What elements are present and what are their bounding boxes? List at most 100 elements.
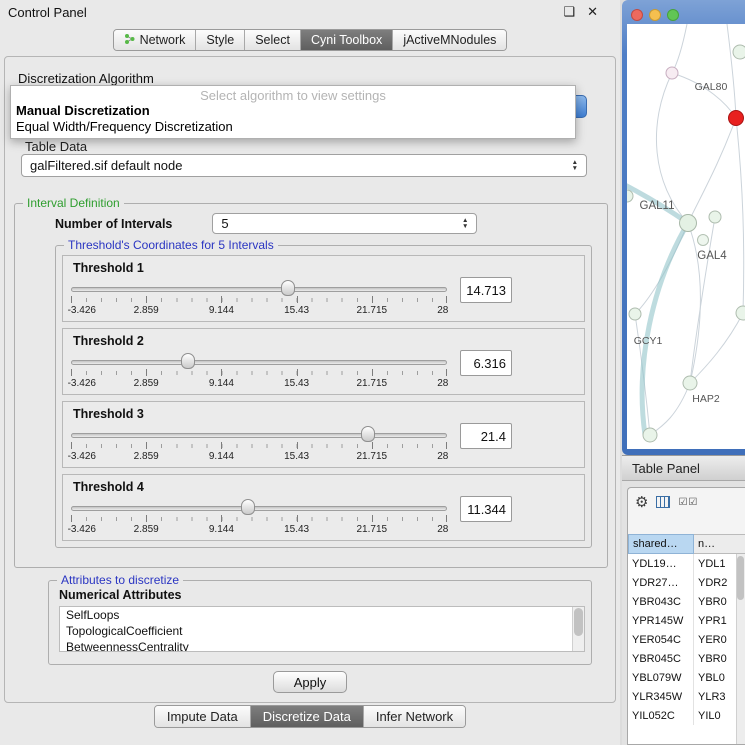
tab-label: Network: [140, 33, 186, 47]
slider-ticks: [71, 517, 447, 521]
threshold-value-field[interactable]: 11.344: [460, 496, 512, 522]
scrollbar-thumb[interactable]: [737, 556, 744, 600]
table-panel-title: Table Panel: [632, 461, 700, 476]
slider-track[interactable]: [71, 506, 447, 511]
slider-thumb[interactable]: [241, 499, 255, 515]
threshold-value-field[interactable]: 14.713: [460, 277, 512, 303]
threshold-value-field[interactable]: 6.316: [460, 350, 512, 376]
table-scrollbar[interactable]: [736, 554, 745, 744]
threshold-value-field[interactable]: 21.4: [460, 423, 512, 449]
threshold-panel-2: Threshold 2 -3.4262.8599.14415.4321.7152…: [62, 328, 585, 395]
node-gcy1[interactable]: [629, 308, 641, 320]
table-row[interactable]: YBR045CYBR0: [628, 649, 736, 668]
attributes-list: SelfLoops TopologicalCoefficient Between…: [59, 606, 585, 652]
node-gal80[interactable]: [666, 67, 678, 79]
zoom-traffic-icon[interactable]: [667, 9, 679, 21]
list-scrollbar[interactable]: [572, 607, 584, 651]
slider-thumb[interactable]: [361, 426, 375, 442]
node[interactable]: [709, 211, 721, 223]
table-header-row: shared… n…: [628, 534, 745, 554]
table-row[interactable]: YIL052CYIL0: [628, 706, 736, 725]
control-panel-window: Control Panel ❑ ✕ Network Style Select C…: [0, 0, 620, 745]
node[interactable]: [733, 45, 745, 59]
table-row[interactable]: YLR345WYLR3: [628, 687, 736, 706]
close-icon[interactable]: ✕: [587, 4, 598, 20]
minimize-traffic-icon[interactable]: [649, 9, 661, 21]
gear-icon[interactable]: ⚙: [635, 493, 648, 511]
algorithm-dropdown-popup: Select algorithm to view settings Manual…: [10, 85, 576, 139]
node-hap2[interactable]: [683, 376, 697, 390]
control-panel-titlebar: Control Panel ❑ ✕: [0, 0, 620, 24]
node-gal4[interactable]: [680, 215, 697, 232]
node-gal11[interactable]: [627, 190, 633, 202]
tab-discretize-data[interactable]: Discretize Data: [251, 706, 364, 727]
algorithm-group-label: Discretization Algorithm: [18, 71, 154, 86]
threshold-label: Threshold 2: [73, 334, 576, 348]
stepper-icon[interactable]: ▲▼: [572, 160, 578, 171]
tab-style[interactable]: Style: [196, 30, 245, 50]
screen: Control Panel ❑ ✕ Network Style Select C…: [0, 0, 745, 745]
table-data-combo[interactable]: galFiltered.sif default node ▲▼: [21, 154, 587, 177]
slider-thumb[interactable]: [281, 280, 295, 296]
node[interactable]: [736, 306, 745, 320]
interval-definition-title: Interval Definition: [23, 196, 124, 210]
tab-infer-network[interactable]: Infer Network: [364, 706, 465, 727]
threshold-slider[interactable]: -3.4262.8599.14415.4321.71528: [71, 351, 447, 393]
tab-impute-data[interactable]: Impute Data: [155, 706, 251, 727]
list-item[interactable]: BetweennessCentrality: [60, 639, 584, 652]
thresholds-title: Threshold's Coordinates for 5 Intervals: [64, 238, 278, 252]
list-item[interactable]: SelfLoops: [60, 607, 584, 623]
show-columns-icon[interactable]: [656, 496, 670, 508]
threshold-label: Threshold 4: [73, 480, 576, 494]
threshold-slider[interactable]: -3.4262.8599.14415.4321.71528: [71, 497, 447, 539]
table-toolbar: ⚙ ☑☑: [628, 488, 745, 516]
algorithm-option-equal-width[interactable]: Equal Width/Frequency Discretization: [11, 119, 575, 135]
table-row[interactable]: YER054CYER0: [628, 630, 736, 649]
apply-button[interactable]: Apply: [273, 671, 347, 693]
float-window-icon[interactable]: ❑: [563, 4, 575, 20]
table-panel-titlebar: Table Panel: [622, 455, 745, 481]
slider-track[interactable]: [71, 360, 447, 365]
table-row[interactable]: YBR043CYBR0: [628, 592, 736, 611]
column-header-name[interactable]: n…: [694, 534, 745, 554]
table-data-label: Table Data: [25, 139, 87, 154]
close-traffic-icon[interactable]: [631, 9, 643, 21]
slider-thumb[interactable]: [181, 353, 195, 369]
slider-scale: -3.4262.8599.14415.4321.71528: [71, 524, 447, 536]
table-row[interactable]: YPR145WYPR1: [628, 611, 736, 630]
node[interactable]: [643, 428, 657, 442]
tab-cyni-toolbox[interactable]: Cyni Toolbox: [301, 30, 393, 50]
tab-network[interactable]: Network: [114, 30, 197, 50]
table-row[interactable]: YDL19…YDL1: [628, 554, 736, 573]
node-label: HAP2: [692, 393, 720, 405]
tab-jactivemnodules[interactable]: jActiveMNodules: [393, 30, 506, 50]
table-panel: ⚙ ☑☑ shared… n… YDL19…YDL1 YDR27…YDR2 YB…: [622, 481, 745, 745]
table-row[interactable]: YBL079WYBL0: [628, 668, 736, 687]
algorithm-option-manual[interactable]: Manual Discretization: [11, 103, 575, 119]
threshold-slider[interactable]: -3.4262.8599.14415.4321.71528: [71, 278, 447, 320]
threshold-panel-1: Threshold 1 -3.4262.8599.14415.4321.7152…: [62, 255, 585, 322]
slider-track[interactable]: [71, 287, 447, 292]
table-row[interactable]: YDR27…YDR2: [628, 573, 736, 592]
node-selected-red[interactable]: [729, 111, 744, 126]
node[interactable]: [698, 235, 709, 246]
window-title: Control Panel: [8, 5, 87, 20]
thresholds-group: Threshold's Coordinates for 5 Intervals …: [55, 238, 592, 548]
network-icon: [124, 33, 135, 47]
threshold-slider[interactable]: -3.4262.8599.14415.4321.71528: [71, 424, 447, 466]
network-view-window[interactable]: GAL80 GAL11 GAL4 GCY1 HAP2: [622, 0, 745, 455]
stepper-icon[interactable]: ▲▼: [462, 218, 468, 229]
slider-scale: -3.4262.8599.14415.4321.71528: [71, 378, 447, 390]
tab-select[interactable]: Select: [245, 30, 301, 50]
window-controls: [631, 9, 679, 21]
scrollbar-thumb[interactable]: [574, 608, 583, 636]
cyni-toolbox-panel: Discretization Algorithm ▲▼ Select algor…: [4, 56, 616, 703]
threshold-panel-4: Threshold 4 -3.4262.8599.14415.4321.7152…: [62, 474, 585, 541]
column-header-shared-name[interactable]: shared…: [628, 534, 694, 554]
number-of-intervals-combo[interactable]: 5 ▲▼: [212, 213, 477, 234]
list-item[interactable]: TopologicalCoefficient: [60, 623, 584, 639]
slider-track[interactable]: [71, 433, 447, 438]
select-columns-icon[interactable]: ☑☑: [678, 497, 698, 508]
network-canvas[interactable]: GAL80 GAL11 GAL4 GCY1 HAP2: [627, 24, 745, 449]
algorithm-placeholder-option[interactable]: Select algorithm to view settings: [11, 88, 575, 103]
